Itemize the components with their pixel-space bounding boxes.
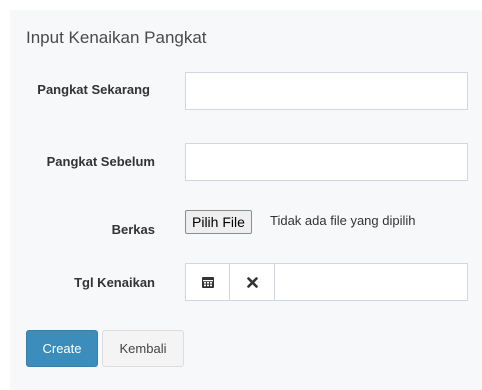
page-title: Input Kenaikan Pangkat [26,28,207,47]
file-status-text: Tidak ada file yang dipilih [270,213,416,228]
pangkat-sebelum-input[interactable] [185,143,468,181]
pangkat-sebelum-label: Pangkat Sebelum [46,154,155,169]
choose-file-button[interactable]: Pilih File [185,210,252,234]
pangkat-sekarang-label: Pangkat Sekarang [37,82,150,97]
date-picker-group [185,263,468,301]
create-button[interactable]: Create [26,330,98,367]
tgl-kenaikan-input[interactable] [275,263,468,301]
tgl-kenaikan-label: Tgl Kenaikan [74,275,155,290]
calendar-button[interactable] [185,263,230,301]
pangkat-sekarang-input[interactable] [185,72,468,110]
calendar-icon [201,276,214,288]
clear-date-button[interactable] [230,263,275,301]
kembali-button[interactable]: Kembali [102,330,184,367]
clear-x-icon [246,276,258,288]
berkas-label: Berkas [111,222,155,237]
form-panel: Input Kenaikan Pangkat Pangkat Sekarang … [10,10,482,390]
